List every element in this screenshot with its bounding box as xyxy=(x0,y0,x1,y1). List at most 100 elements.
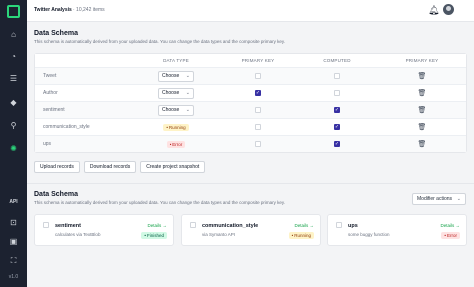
puzzle-icon[interactable]: ⊡ xyxy=(0,218,27,228)
download-records-button[interactable]: Download records xyxy=(83,161,137,173)
status-label: Running xyxy=(168,124,186,130)
field-name: Tweet xyxy=(43,73,57,79)
modifiers-header: Data Schema This schema is automatically… xyxy=(34,191,285,205)
upload-records-button[interactable]: Upload records xyxy=(34,161,80,173)
card-title: ups xyxy=(348,223,358,229)
table-row: sentiment Choose ⌄ ✓ 🗑︎ xyxy=(35,101,466,118)
select-value: Choose xyxy=(162,73,180,79)
status-badge: • Error xyxy=(166,140,186,148)
avatar[interactable] xyxy=(443,4,454,15)
finished-icon: • xyxy=(144,233,146,238)
chevron-down-icon: ⌄ xyxy=(185,73,190,79)
table-row: ups • Error ✓ 🗑︎ xyxy=(35,135,466,152)
status-label: Finished xyxy=(146,233,164,238)
field-name: sentiment xyxy=(43,107,65,113)
table-header: DATA TYPE PRIMARY KEY COMPUTED PRIMARY K… xyxy=(35,54,466,67)
card-checkbox[interactable] xyxy=(190,222,196,228)
grid-icon[interactable]: ▣ xyxy=(0,237,27,247)
primary-key-checkbox[interactable] xyxy=(255,73,261,79)
chart-icon[interactable]: ◔ xyxy=(0,52,27,62)
header-data-type: DATA TYPE xyxy=(163,58,189,63)
computed-checkbox[interactable]: ✓ xyxy=(334,107,340,113)
status-label: Running xyxy=(294,233,311,238)
header-primary-key: PRIMARY KEY xyxy=(241,58,275,63)
card-checkbox[interactable] xyxy=(336,222,342,228)
status-badge: • Running xyxy=(288,232,314,239)
computed-checkbox[interactable] xyxy=(334,90,340,96)
modifier-actions-button[interactable]: Modifier actions ⌄ xyxy=(412,193,466,205)
trash-icon[interactable]: 🗑︎ xyxy=(418,89,427,97)
data-type-select[interactable]: Choose ⌄ xyxy=(158,104,194,116)
field-name: Author xyxy=(43,90,58,96)
card-subtitle: calculates via TextBlob xyxy=(55,232,101,237)
status-badge: • Running xyxy=(163,123,189,131)
create-snapshot-button[interactable]: Create project snapshot xyxy=(140,161,206,173)
details-link[interactable]: Details → xyxy=(440,223,460,228)
list-icon[interactable]: ☰ xyxy=(0,74,27,84)
primary-key-checkbox[interactable]: ✓ xyxy=(255,90,261,96)
settings-icon[interactable]: ✺ xyxy=(0,144,27,154)
modifier-card[interactable]: ups some buggy function Details → • Error xyxy=(327,214,467,246)
table-row: Author Choose ⌄ ✓ 🗑︎ xyxy=(35,84,466,101)
schema-header: Data Schema This schema is automatically… xyxy=(34,30,285,44)
status-badge: • Finished xyxy=(141,232,167,239)
card-title: sentiment xyxy=(55,223,81,229)
logo-icon[interactable] xyxy=(7,5,20,18)
expand-icon[interactable]: ⛶ xyxy=(0,256,27,266)
card-checkbox[interactable] xyxy=(43,222,49,228)
trash-icon[interactable]: 🗑︎ xyxy=(418,140,427,148)
details-link[interactable]: Details → xyxy=(294,223,314,228)
project-count: · 10,242 items xyxy=(73,7,105,13)
trash-icon[interactable]: 🗑︎ xyxy=(418,106,427,114)
computed-checkbox[interactable]: ✓ xyxy=(334,124,340,130)
chevron-down-icon: ⌄ xyxy=(456,196,461,202)
primary-key-checkbox[interactable] xyxy=(255,124,261,130)
data-type-select[interactable]: Choose ⌄ xyxy=(158,87,194,99)
table-row: Tweet Choose ⌄ 🗑︎ xyxy=(35,67,466,84)
computed-checkbox[interactable]: ✓ xyxy=(334,141,340,147)
chevron-down-icon: ⌄ xyxy=(185,107,190,113)
field-name: ups xyxy=(43,141,52,147)
header-actions: PRIMARY KEY xyxy=(405,58,439,63)
modifier-card[interactable]: sentiment calculates via TextBlob Detail… xyxy=(34,214,174,246)
select-value: Choose xyxy=(162,107,180,113)
select-value: Choose xyxy=(162,90,180,96)
header-computed: COMPUTED xyxy=(323,58,351,63)
details-link[interactable]: Details → xyxy=(147,223,167,228)
bell-icon[interactable]: 🔔︎ xyxy=(428,5,439,16)
primary-key-checkbox[interactable] xyxy=(255,141,261,147)
running-icon: • xyxy=(166,124,168,130)
trash-icon[interactable]: 🗑︎ xyxy=(418,72,427,80)
record-actions: Upload records Download records Create p… xyxy=(34,161,206,173)
modifier-card[interactable]: communication_style via Symanto API Deta… xyxy=(181,214,321,246)
table-row: communication_style • Running ✓ 🗑︎ xyxy=(35,118,466,135)
running-icon: • xyxy=(291,233,294,238)
modifiers-title: Data Schema xyxy=(34,191,78,198)
status-badge: • Error xyxy=(441,232,460,239)
schema-table: DATA TYPE PRIMARY KEY COMPUTED PRIMARY K… xyxy=(34,53,467,153)
card-subtitle: via Symanto API xyxy=(202,232,236,237)
error-icon: • xyxy=(444,233,446,238)
sidebar: ⌂ ◔ ☰ ◆ ⚲ ✺ API ⊡ ▣ ⛶ v1.0 xyxy=(0,0,27,287)
home-icon[interactable]: ⌂ xyxy=(0,30,27,40)
trash-icon[interactable]: 🗑︎ xyxy=(418,123,427,131)
card-subtitle: some buggy function xyxy=(348,232,390,237)
schema-description: This schema is automatically derived fro… xyxy=(34,39,286,44)
app-root: ⌂ ◔ ☰ ◆ ⚲ ✺ API ⊡ ▣ ⛶ v1.0 Twitter Analy… xyxy=(0,0,474,287)
card-title: communication_style xyxy=(202,223,259,229)
field-name: communication_style xyxy=(43,124,90,130)
chevron-down-icon: ⌄ xyxy=(185,90,190,96)
modifier-actions-label: Modifier actions xyxy=(417,196,453,202)
api-icon[interactable]: API xyxy=(0,197,27,207)
error-icon: • xyxy=(169,141,172,147)
cpu-icon[interactable]: ⚲ xyxy=(0,121,27,131)
data-type-select[interactable]: Choose ⌄ xyxy=(158,70,194,82)
computed-checkbox[interactable] xyxy=(334,73,340,79)
status-label: Error xyxy=(447,233,457,238)
schema-title: Data Schema xyxy=(34,30,78,37)
section-divider xyxy=(27,183,474,184)
primary-key-checkbox[interactable] xyxy=(255,107,261,113)
status-label: Error xyxy=(172,141,183,147)
tag-icon[interactable]: ◆ xyxy=(0,98,27,108)
modifiers-description: This schema is automatically derived fro… xyxy=(34,200,286,205)
